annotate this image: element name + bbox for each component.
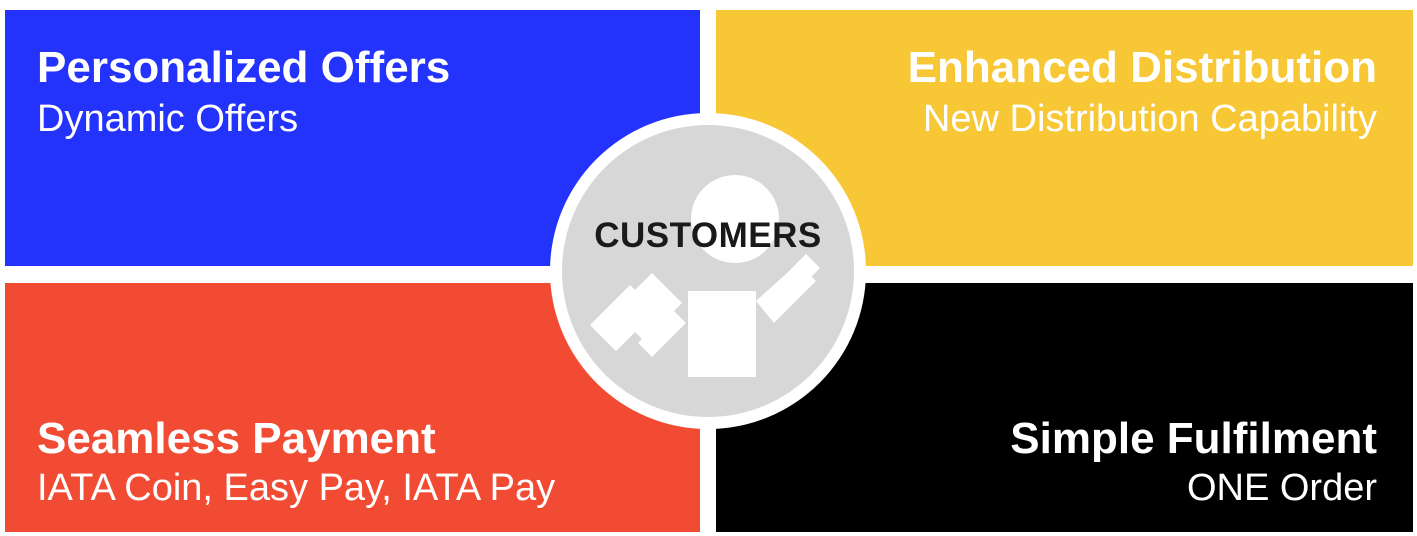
customers-circle (548, 111, 868, 431)
quadrant-subtitle: Dynamic Offers (37, 98, 299, 140)
person-with-shapes-icon (550, 113, 866, 429)
diagram-canvas: Personalized Offers Dynamic Offers Enhan… (0, 0, 1417, 536)
quadrant-subtitle: New Distribution Capability (922, 98, 1377, 140)
center-label: CUSTOMERS (594, 216, 822, 255)
quadrant-title: Personalized Offers (37, 43, 451, 92)
quadrant-title: Seamless Payment (37, 414, 436, 463)
quadrant-title: Simple Fulfilment (1010, 414, 1377, 463)
quadrant-subtitle: IATA Coin, Easy Pay, IATA Pay (37, 467, 556, 509)
quadrant-subtitle: ONE Order (1186, 467, 1377, 509)
quadrant-title: Enhanced Distribution (907, 43, 1377, 92)
